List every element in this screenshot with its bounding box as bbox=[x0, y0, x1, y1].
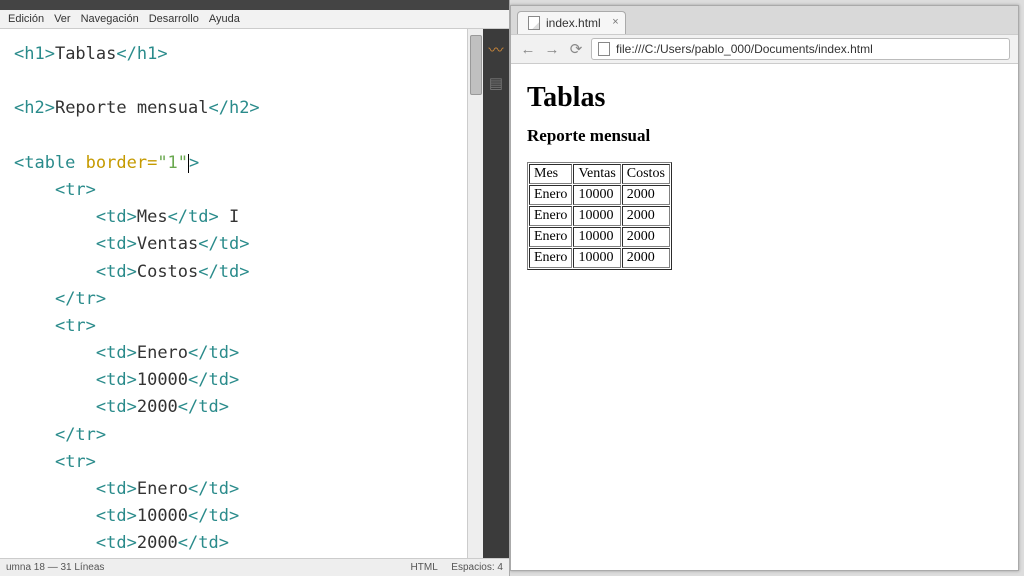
table-cell: 10000 bbox=[573, 206, 620, 226]
table-cell: 2000 bbox=[622, 206, 670, 226]
film-icon[interactable]: ▤ bbox=[489, 74, 503, 92]
table-cell: 2000 bbox=[622, 248, 670, 268]
table-row: Enero 10000 2000 bbox=[529, 185, 670, 205]
tab-title: index.html bbox=[546, 16, 601, 30]
table-cell: Enero bbox=[529, 227, 572, 247]
menu-navegacion[interactable]: Navegación bbox=[81, 13, 139, 25]
table-header-cell: Ventas bbox=[573, 164, 620, 184]
editor-side-toolbar: 〰 ▤ bbox=[483, 29, 509, 558]
code-area[interactable]: <h1>Tablas</h1> <h2>Reporte mensual</h2>… bbox=[0, 29, 467, 558]
table-cell: Enero bbox=[529, 206, 572, 226]
table-row: Mes Ventas Costos bbox=[529, 164, 670, 184]
table-row: Enero 10000 2000 bbox=[529, 227, 670, 247]
browser-tabstrip: index.html × bbox=[511, 6, 1018, 34]
page-heading-1: Tablas bbox=[527, 82, 1002, 114]
menu-ver[interactable]: Ver bbox=[54, 13, 71, 25]
editor-scrollbar[interactable] bbox=[467, 29, 483, 558]
table-cell: 10000 bbox=[573, 227, 620, 247]
data-table: Mes Ventas Costos Enero 10000 2000 Enero… bbox=[527, 162, 672, 270]
table-header-cell: Mes bbox=[529, 164, 572, 184]
editor-menubar: Edición Ver Navegación Desarrollo Ayuda bbox=[0, 10, 509, 29]
page-heading-2: Reporte mensual bbox=[527, 126, 1002, 146]
table-cell: Enero bbox=[529, 248, 572, 268]
scroll-thumb[interactable] bbox=[470, 35, 482, 95]
forward-button[interactable]: → bbox=[543, 41, 561, 58]
status-spaces[interactable]: Espacios: 4 bbox=[451, 562, 503, 573]
file-icon bbox=[528, 16, 540, 30]
reload-button[interactable]: ⟳ bbox=[567, 40, 585, 58]
wave-icon[interactable]: 〰 bbox=[488, 39, 503, 60]
table-row: Enero 10000 2000 bbox=[529, 206, 670, 226]
status-language[interactable]: HTML bbox=[411, 562, 438, 573]
table-cell: 10000 bbox=[573, 185, 620, 205]
browser-toolbar: ← → ⟳ file:///C:/Users/pablo_000/Documen… bbox=[511, 34, 1018, 64]
back-button[interactable]: ← bbox=[519, 41, 537, 58]
browser-tab[interactable]: index.html × bbox=[517, 11, 626, 34]
tab-close-icon[interactable]: × bbox=[612, 16, 618, 28]
address-bar[interactable]: file:///C:/Users/pablo_000/Documents/ind… bbox=[591, 38, 1010, 60]
address-text: file:///C:/Users/pablo_000/Documents/ind… bbox=[616, 42, 873, 56]
document-icon bbox=[598, 42, 610, 56]
table-header-cell: Costos bbox=[622, 164, 670, 184]
browser-window: index.html × ← → ⟳ file:///C:/Users/pabl… bbox=[510, 5, 1019, 571]
rendered-page: Tablas Reporte mensual Mes Ventas Costos… bbox=[511, 64, 1018, 570]
menu-edicion[interactable]: Edición bbox=[8, 13, 44, 25]
code-editor-window: Edición Ver Navegación Desarrollo Ayuda … bbox=[0, 0, 510, 576]
editor-titlebar bbox=[0, 0, 509, 10]
table-cell: 2000 bbox=[622, 227, 670, 247]
table-row: Enero 10000 2000 bbox=[529, 248, 670, 268]
editor-statusbar: umna 18 — 31 Líneas HTML Espacios: 4 bbox=[0, 558, 509, 576]
menu-desarrollo[interactable]: Desarrollo bbox=[149, 13, 199, 25]
status-position: umna 18 — 31 Líneas bbox=[6, 562, 104, 573]
table-cell: Enero bbox=[529, 185, 572, 205]
table-cell: 10000 bbox=[573, 248, 620, 268]
menu-ayuda[interactable]: Ayuda bbox=[209, 13, 240, 25]
table-cell: 2000 bbox=[622, 185, 670, 205]
